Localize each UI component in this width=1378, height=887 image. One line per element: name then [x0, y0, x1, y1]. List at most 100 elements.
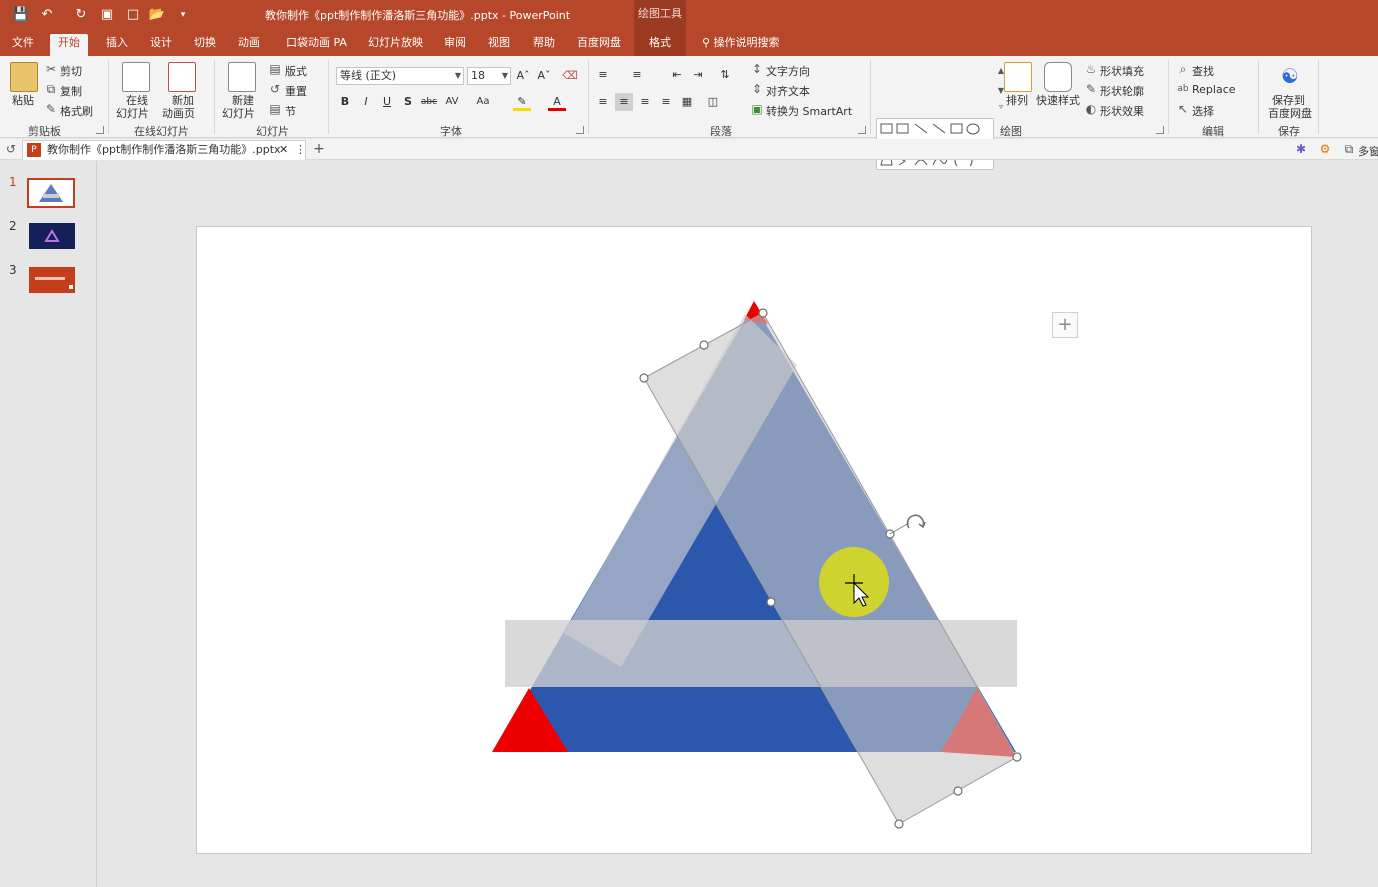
cut-button[interactable]: 剪切: [60, 63, 82, 79]
underline-icon[interactable]: U: [378, 93, 396, 111]
tab-home[interactable]: 开始: [50, 34, 88, 56]
distributed-icon[interactable]: ▦: [678, 93, 696, 111]
tab-help[interactable]: 帮助: [525, 34, 563, 56]
justify-icon[interactable]: ≡: [657, 93, 675, 111]
align-left-icon[interactable]: ≡: [594, 93, 612, 111]
font-color-icon[interactable]: A: [548, 93, 566, 111]
reset-button[interactable]: 重置: [285, 83, 307, 99]
format-painter-button[interactable]: 格式刷: [60, 103, 93, 119]
copy-button[interactable]: 复制: [60, 83, 82, 99]
tab-animations[interactable]: 动画: [230, 34, 268, 56]
layout-button[interactable]: 版式: [285, 63, 307, 79]
multi-window-icon[interactable]: ⧉: [1342, 142, 1356, 156]
replace-button[interactable]: Replace: [1192, 83, 1236, 96]
convert-smartart-button[interactable]: 转换为 SmartArt: [766, 103, 852, 119]
tab-more-icon[interactable]: ⋮: [295, 141, 306, 159]
customize-toolbar-icon[interactable]: ▾: [174, 6, 192, 24]
font-name-combo[interactable]: 等线 (正文) ▼: [336, 67, 464, 85]
italic-icon[interactable]: I: [357, 93, 375, 111]
shadow-icon[interactable]: S: [399, 93, 417, 111]
new-slide-label-2[interactable]: 幻灯片: [222, 105, 255, 121]
shape-fill-button[interactable]: 形状填充: [1100, 63, 1144, 79]
quick-styles-button[interactable]: 快速样式: [1036, 92, 1080, 108]
arrange-button[interactable]: 排列: [1006, 92, 1028, 108]
line-spacing-icon[interactable]: ⇅: [716, 66, 734, 84]
save-to-label-2[interactable]: 百度网盘: [1268, 105, 1312, 121]
bold-icon[interactable]: B: [336, 93, 354, 111]
align-center-icon[interactable]: ≡: [615, 93, 633, 111]
new-tab-icon[interactable]: +: [312, 142, 326, 156]
drawing-launcher-icon[interactable]: [1156, 126, 1164, 134]
paste-icon[interactable]: [10, 62, 38, 92]
redo-icon[interactable]: ↻: [72, 6, 90, 24]
decrease-indent-icon[interactable]: ⇤: [668, 66, 686, 84]
online-slides-label-2[interactable]: 幻灯片: [116, 105, 149, 121]
tab-file[interactable]: 文件: [4, 34, 42, 56]
tab-baidu-netdisk[interactable]: 百度网盘: [569, 34, 629, 56]
clear-formatting-icon[interactable]: ⌫: [561, 67, 579, 85]
change-case-icon[interactable]: Aa: [474, 93, 492, 111]
arrange-icon[interactable]: [1004, 62, 1032, 92]
paragraph-launcher-icon[interactable]: [858, 126, 866, 134]
tab-list-icon[interactable]: ↺: [4, 142, 18, 156]
char-spacing-icon[interactable]: AV: [443, 93, 461, 111]
tab-review[interactable]: 审阅: [436, 34, 474, 56]
font-size-combo[interactable]: 18 ▼: [467, 67, 511, 85]
tab-pocket-animation[interactable]: 口袋动画 PA: [278, 34, 355, 56]
slide-thumbnail-3[interactable]: [29, 267, 75, 293]
resize-handle-bottom-mid[interactable]: [953, 786, 963, 796]
resize-handle-left-mid[interactable]: [766, 597, 776, 607]
rotate-handle-icon[interactable]: [906, 514, 926, 529]
resize-handle-bottom-right[interactable]: [1012, 752, 1022, 762]
new-animation-label-2[interactable]: 动画页: [162, 105, 195, 121]
undo-icon[interactable]: ↶: [38, 6, 56, 24]
new-file-icon[interactable]: □: [124, 6, 142, 24]
shape-effects-button[interactable]: 形状效果: [1100, 103, 1144, 119]
slide-thumbnail-2[interactable]: [29, 223, 75, 249]
online-slides-icon[interactable]: [122, 62, 150, 92]
tab-view[interactable]: 视图: [480, 34, 518, 56]
align-right-icon[interactable]: ≡: [636, 93, 654, 111]
tell-me-search[interactable]: ⚲ 操作说明搜索: [694, 34, 788, 56]
document-tab[interactable]: P 教你制作《ppt制作制作潘洛斯三角功能》.pptx ✕ ⋮: [22, 140, 306, 160]
open-file-icon[interactable]: 📂: [148, 6, 166, 24]
slideshow-from-start-icon[interactable]: ▣: [98, 6, 116, 24]
new-animation-page-icon[interactable]: [168, 62, 196, 92]
baidu-cloud-icon[interactable]: ☯: [1278, 64, 1302, 88]
slide-thumbnail-1[interactable]: [27, 178, 75, 208]
bullets-icon[interactable]: ≡: [594, 66, 612, 84]
increase-font-icon[interactable]: Aˆ: [514, 67, 532, 85]
align-text-button[interactable]: 对齐文本: [766, 83, 810, 99]
slide-canvas[interactable]: +: [196, 226, 1312, 854]
resize-handle-top-right[interactable]: [758, 308, 768, 318]
add-element-icon[interactable]: +: [1052, 312, 1078, 338]
multi-window-label[interactable]: 多窗: [1358, 143, 1378, 159]
tab-format[interactable]: 格式: [634, 30, 686, 56]
clipboard-launcher-icon[interactable]: [96, 126, 104, 134]
settings-gear-icon[interactable]: ⚙: [1318, 142, 1332, 156]
paste-button[interactable]: 粘贴: [12, 92, 34, 108]
tab-transitions[interactable]: 切换: [186, 34, 224, 56]
close-tab-icon[interactable]: ✕: [279, 141, 288, 159]
increase-indent-icon[interactable]: ⇥: [689, 66, 707, 84]
resize-handle-bottom-left[interactable]: [894, 819, 904, 829]
new-slide-icon[interactable]: [228, 62, 256, 92]
tab-insert[interactable]: 插入: [98, 34, 136, 56]
text-direction-button[interactable]: 文字方向: [766, 63, 810, 79]
tab-design[interactable]: 设计: [142, 34, 180, 56]
tab-slideshow[interactable]: 幻灯片放映: [360, 34, 431, 56]
font-launcher-icon[interactable]: [576, 126, 584, 134]
save-icon[interactable]: 💾: [12, 6, 30, 24]
section-button[interactable]: 节: [285, 103, 296, 119]
columns-icon[interactable]: ◫: [704, 93, 722, 111]
quick-styles-icon[interactable]: [1044, 62, 1072, 92]
resize-handle-top-left[interactable]: [639, 373, 649, 383]
numbering-icon[interactable]: ≡: [628, 66, 646, 84]
resize-handle-top-mid[interactable]: [699, 340, 709, 350]
shape-outline-button[interactable]: 形状轮廓: [1100, 83, 1144, 99]
highlight-icon[interactable]: ✎: [513, 93, 531, 111]
select-button[interactable]: 选择: [1192, 103, 1214, 119]
addin-icon[interactable]: ✱: [1294, 142, 1308, 156]
strikethrough-icon[interactable]: abc: [420, 93, 438, 111]
find-button[interactable]: 查找: [1192, 63, 1214, 79]
